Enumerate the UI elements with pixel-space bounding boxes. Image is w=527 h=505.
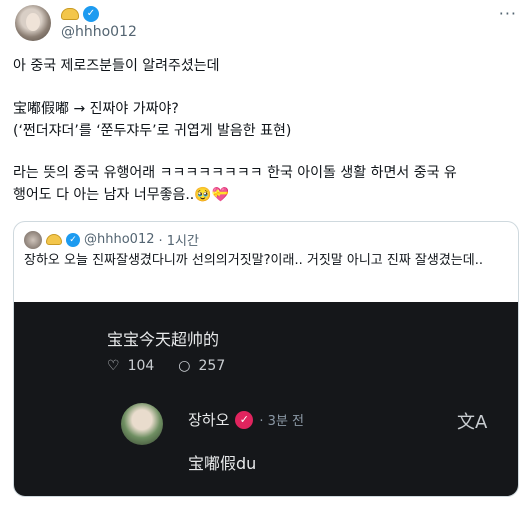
quote-image[interactable]: 宝宝今天超帅的 ♡ 104 ○ 257 장하오 ✓ · 3분 전 文A 宝嘟假d…: [14, 302, 518, 496]
tweet-text-line: (‘쩐더쟈더’를 ‘쭌두쟈두’로 귀엽게 발음한 표현): [13, 123, 292, 139]
author-avatar[interactable]: [15, 5, 51, 41]
pink-verified-icon: ✓: [235, 410, 254, 429]
reply-header: 장하오 ✓ · 3분 전: [188, 409, 304, 430]
heart-icon: ♡: [107, 358, 120, 374]
comment-icon: ○: [178, 358, 191, 374]
tweet-text-line: 행어도 다 아는 남자 너무좋음..🥹💝: [13, 187, 230, 203]
reply-time: · 3분 전: [259, 414, 304, 429]
author-name-row[interactable]: ✓: [61, 5, 99, 23]
reply-avatar: [121, 403, 163, 445]
tweet-text-line: 라는 뜻의 중국 유행어래 ㅋㅋㅋㅋㅋㅋㅋㅋ 한국 아이돌 생활 하면서 중국 …: [13, 165, 457, 181]
dumpling-icon: [46, 234, 62, 245]
translate-icon: 文A: [457, 412, 488, 433]
tweet-text-line: 아 중국 제로즈분들이 알려주셨는데: [13, 58, 220, 74]
reply-text: 宝嘟假du: [188, 454, 257, 473]
quote-handle: @hhho012: [84, 232, 155, 247]
like-count: 104: [127, 358, 155, 374]
quote-time: · 1시간: [158, 234, 199, 249]
comment-count: 257: [198, 358, 226, 374]
quote-header: ✓ @hhho012 · 1시간: [24, 230, 199, 249]
quote-text: 장하오 오늘 진짜잘생겼다니까 선의의거짓말?이래.. 거짓말 아니고 진짜 잘…: [24, 253, 483, 268]
dumpling-icon: [61, 8, 79, 20]
verified-badge-icon: ✓: [83, 6, 99, 22]
image-stats: ♡ 104 ○ 257: [107, 358, 239, 374]
verified-badge-icon: ✓: [66, 232, 80, 247]
quoted-tweet[interactable]: ✓ @hhho012 · 1시간 장하오 오늘 진짜잘생겼다니까 선의의거짓말?…: [13, 221, 519, 497]
quote-avatar: [24, 230, 42, 249]
more-options-icon[interactable]: ···: [499, 4, 517, 23]
image-post-text: 宝宝今天超帅的: [107, 330, 220, 349]
reply-name: 장하오: [188, 411, 230, 429]
author-handle[interactable]: @hhho012: [61, 24, 137, 40]
tweet-text-line: 宝嘟假嘟 → 진짜야 가짜야?: [13, 101, 179, 117]
